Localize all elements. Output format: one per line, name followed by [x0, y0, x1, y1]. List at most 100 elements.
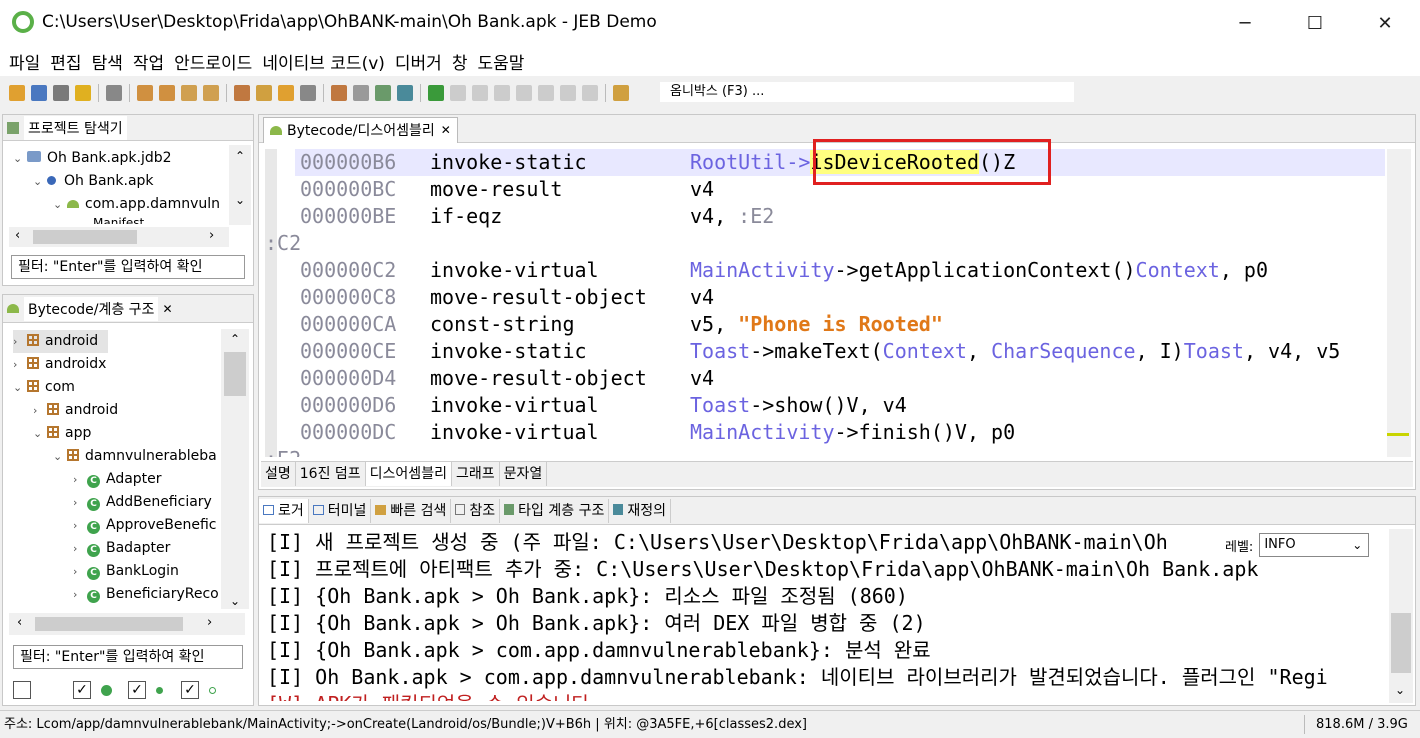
menu-window[interactable]: 창	[447, 49, 473, 74]
omnibox-input[interactable]: 옴니박스 (F3) ...	[660, 82, 1074, 102]
scroll-left-icon[interactable]: ‹	[17, 615, 22, 630]
menu-android[interactable]: 안드로이드	[169, 49, 257, 74]
decompile-icon[interactable]	[234, 85, 250, 101]
maximize-button[interactable]: ☐	[1286, 0, 1344, 46]
step-into-icon[interactable]	[516, 85, 532, 101]
tree-item-apk[interactable]: ⌄ Oh Bank.apk	[33, 170, 154, 193]
rocket-icon[interactable]	[613, 85, 629, 101]
run-icon[interactable]	[450, 85, 466, 101]
menu-file[interactable]: 파일	[4, 49, 45, 74]
tree-item-beneficiaryrecords[interactable]: › C BeneficiaryReco	[73, 583, 218, 606]
scroll-up-icon[interactable]: ⌃	[221, 332, 249, 346]
menu-help[interactable]: 도움말	[472, 49, 529, 74]
code-line[interactable]: 000000DC invoke-virtual MainActivity->fini…	[265, 419, 1355, 446]
menu-debugger[interactable]: 디버거	[390, 49, 447, 74]
hierarchy-filter-input[interactable]: 필터: "Enter"를 입력하여 확인	[13, 645, 243, 669]
code-line[interactable]: 000000CE invoke-static Toast->makeText(Con…	[265, 338, 1355, 365]
tree-item-android[interactable]: › android	[13, 330, 108, 353]
code-line[interactable]: 000000BC move-result v4	[265, 176, 1355, 203]
code-line[interactable]: 000000D4 move-result-object v4	[265, 365, 1355, 392]
comment-icon[interactable]	[256, 85, 272, 101]
menu-action[interactable]: 작업	[128, 49, 169, 74]
subtab-graph[interactable]: 그래프	[452, 462, 500, 486]
menu-edit[interactable]: 편집	[45, 49, 86, 74]
pencil-icon[interactable]	[278, 85, 294, 101]
tab-logger[interactable]: 로거	[259, 498, 309, 523]
checkbox-unchecked[interactable]	[13, 681, 31, 699]
menu-navigate[interactable]: 탐색	[87, 49, 128, 74]
vertical-scrollbar[interactable]: ⌃ ⌄	[229, 145, 251, 225]
tree-item-manifest[interactable]: Manifest	[93, 216, 144, 224]
scroll-right-icon[interactable]: ›	[209, 228, 214, 243]
debug-bug-icon[interactable]	[428, 85, 444, 101]
code-line[interactable]: 000000CA const-string v5, "Phone is Rooted…	[265, 311, 1355, 338]
document-icon[interactable]	[300, 85, 316, 101]
tab-quick-search[interactable]: 빠른 검색	[371, 498, 452, 523]
open-folder-icon[interactable]	[9, 85, 25, 101]
package-icon[interactable]	[331, 85, 347, 101]
code-vertical-scrollbar[interactable]	[1387, 149, 1411, 457]
scroll-thumb[interactable]	[1391, 613, 1411, 673]
subtab-strings[interactable]: 문자열	[500, 462, 548, 486]
tree-item-androidx[interactable]: › androidx	[13, 353, 106, 376]
scroll-thumb[interactable]	[33, 230, 137, 244]
wrench-icon[interactable]	[53, 85, 69, 101]
graph-icon[interactable]	[375, 85, 391, 101]
project-filter-input[interactable]: 필터: "Enter"를 입력하여 확인	[11, 255, 245, 279]
code-line[interactable]: 000000D6 invoke-virtual Toast->show()V, v4	[265, 392, 1355, 419]
code-line[interactable]: 000000C8 move-result-object v4	[265, 284, 1355, 311]
step-over-icon[interactable]	[538, 85, 554, 101]
editor-tab[interactable]: Bytecode/디스어셈블리 ✕	[263, 116, 458, 143]
jump-return-icon[interactable]	[159, 85, 175, 101]
tab-overrides[interactable]: 재정의	[609, 498, 671, 523]
tab-type-hierarchy[interactable]: 타입 계층 구조	[500, 498, 610, 523]
step-out-icon[interactable]	[560, 85, 576, 101]
hierarchy-tab[interactable]: Bytecode/계층 구조 ✕	[3, 295, 253, 323]
forward-arrow-icon[interactable]	[203, 85, 219, 101]
code-line[interactable]: 000000B6 invoke-static RootUtil->isDeviceR…	[265, 149, 1355, 176]
code-line[interactable]: 000000C2 invoke-virtual MainActivity->getA…	[265, 257, 1355, 284]
code-line[interactable]: 000000BE if-eqz v4, :E2	[265, 203, 1355, 230]
vertical-scrollbar[interactable]: ⌃ ⌄	[221, 329, 249, 609]
scroll-right-icon[interactable]: ›	[207, 615, 212, 630]
code-line[interactable]: :C2	[265, 230, 1355, 257]
log-vertical-scrollbar[interactable]: ⌄	[1389, 529, 1413, 703]
minimize-button[interactable]: ─	[1216, 0, 1274, 46]
code-line[interactable]: :E2	[265, 446, 1355, 457]
tree-item-adapter[interactable]: › C Adapter	[73, 468, 162, 491]
tree-item-approvebeneficiary[interactable]: › C ApproveBenefic	[73, 514, 218, 537]
tree-item-badapter[interactable]: › C Badapter	[73, 537, 170, 560]
tree-item-addbeneficiary[interactable]: › C AddBeneficiary	[73, 491, 218, 514]
tree-item-banklogin[interactable]: › C BankLogin	[73, 560, 179, 583]
stop-icon[interactable]	[494, 85, 510, 101]
close-tab-icon[interactable]: ✕	[162, 302, 172, 316]
tab-references[interactable]: 참조	[451, 498, 501, 523]
scroll-thumb[interactable]	[224, 352, 246, 396]
tab-terminal[interactable]: 터미널	[309, 498, 372, 523]
horizontal-scrollbar[interactable]: ‹ ›	[9, 613, 245, 635]
scroll-down-icon[interactable]: ⌄	[1395, 683, 1405, 697]
tree-item-com[interactable]: ⌄ com	[13, 376, 75, 399]
xref-icon[interactable]	[397, 85, 413, 101]
warning-icon[interactable]	[75, 85, 91, 101]
tree-item-damnvulnerablebank[interactable]: ⌄ damnvulnerableba	[53, 445, 218, 468]
close-button[interactable]: ✕	[1356, 0, 1414, 46]
tree-item-package[interactable]: ⌄ com.app.damnvuln	[53, 193, 233, 216]
checkbox-checked[interactable]: ✓	[73, 681, 91, 699]
horizontal-scrollbar[interactable]: ‹ ›	[9, 227, 229, 247]
back-arrow-icon[interactable]	[181, 85, 197, 101]
pause-icon[interactable]	[472, 85, 488, 101]
save-icon[interactable]	[31, 85, 47, 101]
project-explorer-tab[interactable]: 프로젝트 탐색기	[3, 115, 253, 141]
close-tab-icon[interactable]: ✕	[441, 123, 451, 137]
tree-item-jdb2[interactable]: ⌄ Oh Bank.apk.jdb2	[13, 147, 172, 170]
scroll-up-icon[interactable]: ⌃	[229, 149, 251, 163]
subtab-description[interactable]: 설명	[261, 462, 296, 486]
scroll-thumb[interactable]	[35, 617, 183, 631]
subtab-hex-dump[interactable]: 16진 덤프	[296, 462, 366, 486]
menu-native-code[interactable]: 네이티브 코드(v)	[257, 49, 390, 74]
checkbox-checked[interactable]: ✓	[128, 681, 146, 699]
run-to-line-icon[interactable]	[582, 85, 598, 101]
tree-item-app[interactable]: ⌄ app	[33, 422, 91, 445]
tool-icon[interactable]	[106, 85, 122, 101]
